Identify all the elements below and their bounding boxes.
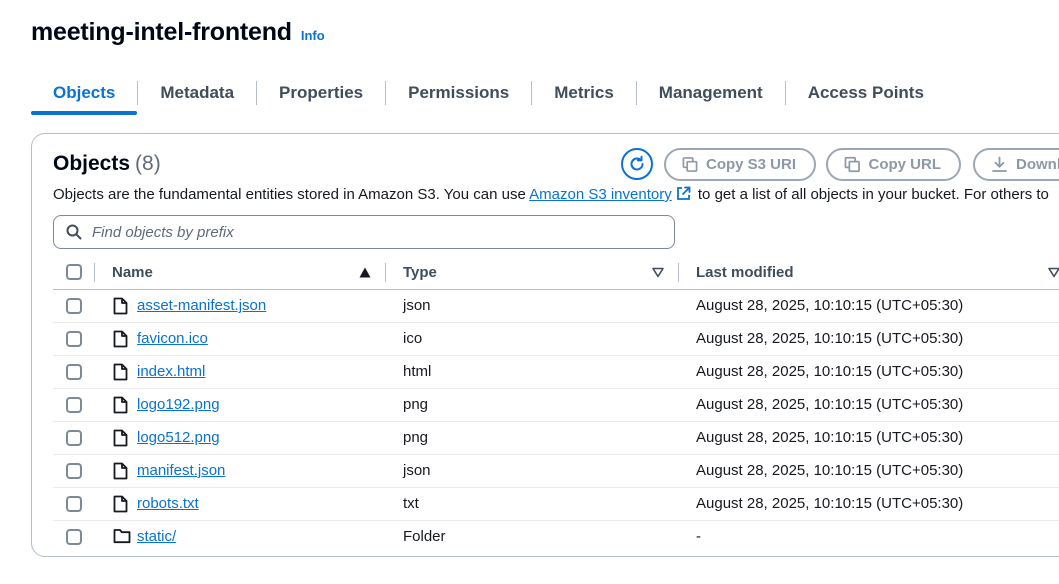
object-name-link[interactable]: logo512.png bbox=[137, 429, 220, 446]
object-name-link[interactable]: manifest.json bbox=[137, 462, 225, 479]
inventory-link[interactable]: Amazon S3 inventory bbox=[529, 186, 672, 203]
select-all-checkbox[interactable] bbox=[66, 264, 82, 280]
row-checkbox[interactable] bbox=[66, 463, 82, 479]
objects-panel: Objects (8) Copy S3 URI Copy URL Downl O… bbox=[31, 133, 1059, 557]
object-last-modified: August 28, 2025, 10:10:15 (UTC+05:30) bbox=[696, 495, 964, 512]
objects-heading: Objects (8) bbox=[53, 152, 161, 176]
table-row: favicon.ico ico August 28, 2025, 10:10:1… bbox=[53, 323, 1059, 356]
refresh-button[interactable] bbox=[621, 148, 653, 180]
file-icon bbox=[113, 297, 128, 315]
bucket-tabs: Objects Metadata Properties Permissions … bbox=[31, 71, 946, 115]
column-header-type[interactable]: Type bbox=[403, 264, 437, 281]
table-header: Name Type Last modified bbox=[53, 256, 1059, 290]
tab-access-points[interactable]: Access Points bbox=[786, 71, 946, 115]
object-type: Folder bbox=[403, 528, 446, 545]
folder-icon bbox=[113, 529, 131, 544]
objects-description: Objects are the fundamental entities sto… bbox=[53, 186, 1049, 203]
file-icon bbox=[113, 495, 128, 513]
object-last-modified: August 28, 2025, 10:10:15 (UTC+05:30) bbox=[696, 396, 964, 413]
table-row: asset-manifest.json json August 28, 2025… bbox=[53, 290, 1059, 323]
search-box bbox=[53, 215, 675, 249]
sort-ascending-icon[interactable] bbox=[359, 267, 371, 278]
bucket-header: meeting-intel-frontend Info bbox=[31, 18, 325, 47]
column-header-last-modified[interactable]: Last modified bbox=[696, 264, 794, 281]
external-link-icon bbox=[676, 186, 691, 200]
column-divider bbox=[94, 263, 95, 282]
row-checkbox[interactable] bbox=[66, 364, 82, 380]
tab-metadata[interactable]: Metadata bbox=[138, 71, 256, 115]
object-type: html bbox=[403, 363, 432, 380]
table-row: manifest.json json August 28, 2025, 10:1… bbox=[53, 455, 1059, 488]
tab-management[interactable]: Management bbox=[637, 71, 785, 115]
object-type: png bbox=[403, 396, 429, 413]
objects-title: Objects bbox=[53, 152, 131, 175]
page-title: meeting-intel-frontend bbox=[31, 18, 292, 46]
table-row: logo192.png png August 28, 2025, 10:10:1… bbox=[53, 389, 1059, 422]
object-last-modified: - bbox=[696, 528, 701, 545]
table-row: logo512.png png August 28, 2025, 10:10:1… bbox=[53, 422, 1059, 455]
object-last-modified: August 28, 2025, 10:10:15 (UTC+05:30) bbox=[696, 363, 964, 380]
column-divider bbox=[385, 263, 386, 282]
search-icon bbox=[66, 224, 82, 240]
object-name-link[interactable]: static/ bbox=[137, 528, 176, 545]
copy-s3-uri-button[interactable]: Copy S3 URI bbox=[664, 148, 816, 181]
object-name-link[interactable]: robots.txt bbox=[137, 495, 199, 512]
row-checkbox[interactable] bbox=[66, 397, 82, 413]
object-type: ico bbox=[403, 330, 423, 347]
row-checkbox[interactable] bbox=[66, 496, 82, 512]
object-type: json bbox=[403, 297, 431, 314]
objects-count: (8) bbox=[135, 152, 161, 175]
refresh-icon bbox=[630, 155, 644, 171]
copy-url-label: Copy URL bbox=[868, 156, 942, 173]
sort-icon[interactable] bbox=[1048, 267, 1059, 278]
object-last-modified: August 28, 2025, 10:10:15 (UTC+05:30) bbox=[696, 429, 964, 446]
row-checkbox[interactable] bbox=[66, 298, 82, 314]
sort-icon[interactable] bbox=[652, 267, 664, 278]
row-checkbox[interactable] bbox=[66, 430, 82, 446]
column-header-name[interactable]: Name bbox=[112, 264, 153, 281]
tab-objects[interactable]: Objects bbox=[31, 71, 138, 115]
s3-bucket-page: meeting-intel-frontend Info Objects Meta… bbox=[0, 0, 1059, 584]
search-input[interactable] bbox=[90, 222, 654, 242]
copy-url-button[interactable]: Copy URL bbox=[826, 148, 961, 181]
object-last-modified: August 28, 2025, 10:10:15 (UTC+05:30) bbox=[696, 462, 964, 479]
description-prefix: Objects are the fundamental entities sto… bbox=[53, 186, 530, 203]
table-row: static/ Folder - bbox=[53, 521, 1059, 553]
object-type: json bbox=[403, 462, 431, 479]
download-icon bbox=[992, 156, 1007, 172]
copy-icon bbox=[682, 157, 698, 172]
file-icon bbox=[113, 429, 128, 447]
copy-icon bbox=[844, 156, 860, 173]
download-label: Downl bbox=[1016, 156, 1059, 173]
file-icon bbox=[113, 396, 128, 414]
object-type: png bbox=[403, 429, 429, 446]
table-row: index.html html August 28, 2025, 10:10:1… bbox=[53, 356, 1059, 389]
file-icon bbox=[113, 363, 128, 381]
table-row: robots.txt txt August 28, 2025, 10:10:15… bbox=[53, 488, 1059, 521]
object-last-modified: August 28, 2025, 10:10:15 (UTC+05:30) bbox=[696, 330, 964, 347]
file-icon bbox=[113, 330, 128, 348]
object-name-link[interactable]: favicon.ico bbox=[137, 330, 208, 347]
row-checkbox[interactable] bbox=[66, 529, 82, 545]
copy-s3-uri-label: Copy S3 URI bbox=[705, 156, 796, 173]
object-name-link[interactable]: index.html bbox=[137, 363, 205, 380]
file-icon bbox=[113, 462, 128, 480]
object-last-modified: August 28, 2025, 10:10:15 (UTC+05:30) bbox=[696, 297, 964, 314]
info-link[interactable]: Info bbox=[301, 28, 325, 43]
tab-permissions[interactable]: Permissions bbox=[386, 71, 531, 115]
download-button[interactable]: Downl bbox=[973, 148, 1059, 181]
object-type: txt bbox=[403, 495, 419, 512]
description-suffix: to get a list of all objects in your buc… bbox=[693, 186, 1049, 203]
tab-metrics[interactable]: Metrics bbox=[532, 71, 636, 115]
objects-table: Name Type Last modified asset-manifest.j… bbox=[53, 256, 1059, 553]
object-name-link[interactable]: asset-manifest.json bbox=[137, 297, 266, 314]
row-checkbox[interactable] bbox=[66, 331, 82, 347]
column-divider bbox=[678, 263, 679, 282]
object-name-link[interactable]: logo192.png bbox=[137, 396, 220, 413]
tab-properties[interactable]: Properties bbox=[257, 71, 385, 115]
